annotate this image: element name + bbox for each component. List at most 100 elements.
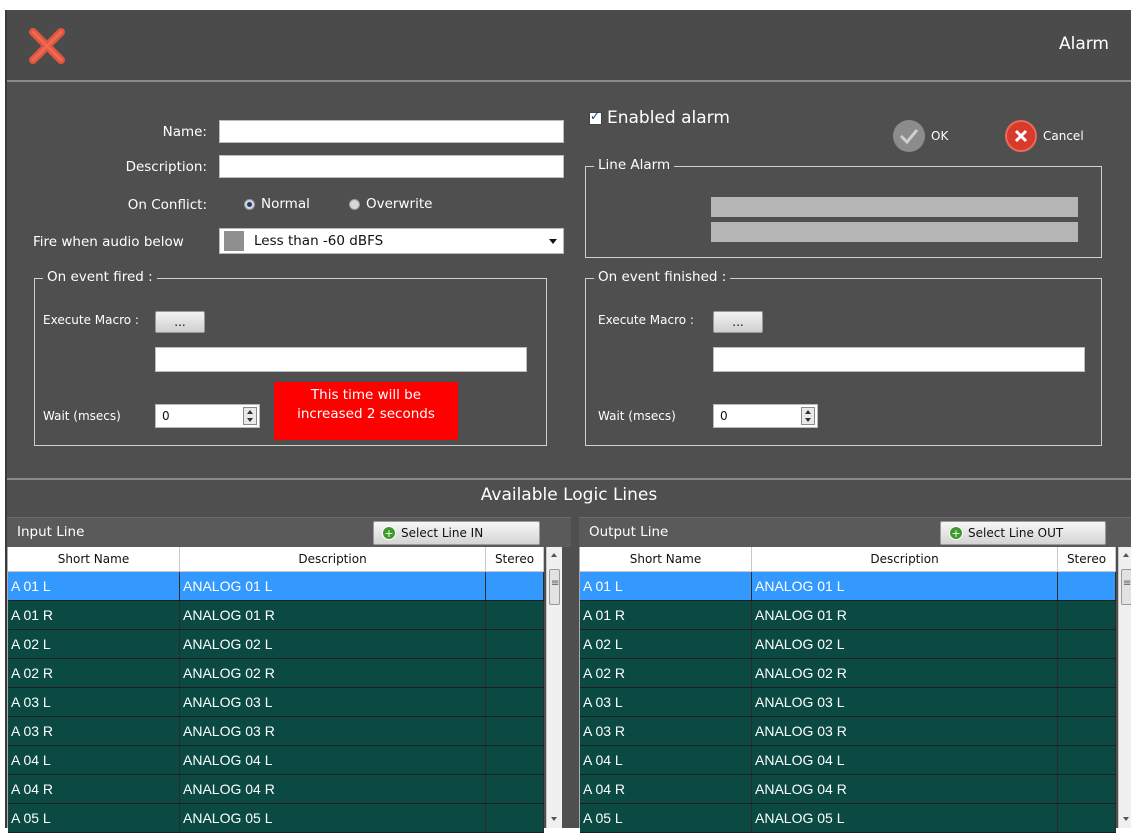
row-description: ANALOG 02 R [752,659,1058,687]
close-x-icon[interactable] [25,24,69,68]
input-line-title: Input Line [17,524,85,540]
row-description: ANALOG 03 L [752,688,1058,716]
row-short-name: A 02 L [580,630,752,658]
on-conflict-label: On Conflict: [127,197,207,213]
row-description: ANALOG 03 R [180,717,486,745]
row-stereo [486,717,544,745]
table-row[interactable]: A 04 R ANALOG 04 R [8,775,544,804]
description-field[interactable] [219,155,564,178]
table-row[interactable]: A 03 L ANALOG 03 L [8,688,544,717]
select-line-out-button[interactable]: + Select Line OUT [940,521,1106,545]
row-description: ANALOG 04 R [752,775,1058,803]
table-row[interactable]: A 03 R ANALOG 03 R [8,717,544,746]
fired-wait-stepper[interactable]: 0 [155,404,260,428]
finished-macro-label: Execute Macro : [598,313,694,327]
event-fired-group: On event fired : Execute Macro : ... Wai… [34,269,547,446]
ok-label: OK [931,129,949,143]
row-stereo [486,688,544,716]
table-row[interactable]: A 02 L ANALOG 02 L [580,630,1116,659]
row-stereo [1058,630,1116,658]
scroll-thumb[interactable] [1121,569,1131,605]
form-area: Name: Description: On Conflict: Normal O… [7,84,1131,478]
fired-macro-field[interactable] [155,347,527,372]
row-description: ANALOG 01 R [752,601,1058,629]
table-row[interactable]: A 04 R ANALOG 04 R [580,775,1116,804]
table-row[interactable]: A 02 R ANALOG 02 R [8,659,544,688]
description-label: Description: [125,159,207,175]
plus-icon: + [382,526,396,540]
table-row[interactable]: A 01 L ANALOG 01 L [8,572,544,601]
level-swatch-icon [224,231,244,251]
table-row[interactable]: A 01 R ANALOG 01 R [580,601,1116,630]
radio-selected-icon [244,198,255,210]
title-bar: Alarm [7,10,1131,82]
scroll-down-icon[interactable] [547,811,562,828]
finished-macro-browse-button[interactable]: ... [713,311,763,333]
scroll-up-icon[interactable] [547,547,562,564]
col-description[interactable]: Description [180,547,486,572]
cancel-icon [1005,120,1037,152]
ok-button[interactable]: OK [893,120,948,152]
row-short-name: A 02 R [580,659,752,687]
enabled-alarm-checkbox[interactable]: Enabled alarm [589,108,730,128]
checkbox-checked-icon [589,109,602,125]
panel-splitter [571,517,579,828]
table-row[interactable]: A 01 L ANALOG 01 L [580,572,1116,601]
table-row[interactable]: A 04 L ANALOG 04 L [8,746,544,775]
row-stereo [1058,601,1116,629]
row-short-name: A 01 R [8,601,180,629]
increase-warning-note: This time will be increased 2 seconds [274,382,458,440]
col-stereo[interactable]: Stereo [1058,547,1116,572]
col-description[interactable]: Description [752,547,1058,572]
name-field[interactable] [219,120,564,143]
table-row[interactable]: A 03 R ANALOG 03 R [580,717,1116,746]
output-table-scrollbar[interactable] [1118,547,1131,828]
table-row[interactable]: A 04 L ANALOG 04 L [580,746,1116,775]
fire-level-select[interactable]: Less than -60 dBFS [219,228,564,254]
input-table-header: Short Name Description Stereo [8,547,544,572]
scroll-down-icon[interactable] [1119,811,1131,828]
conflict-overwrite-radio[interactable]: Overwrite [349,196,432,212]
event-finished-group: On event finished : Execute Macro : ... … [585,269,1102,446]
row-description: ANALOG 04 L [180,746,486,774]
table-row[interactable]: A 05 L ANALOG 05 L [580,804,1116,833]
cancel-label: Cancel [1043,129,1084,143]
table-row[interactable]: A 02 R ANALOG 02 R [580,659,1116,688]
fire-label: Fire when audio below [33,234,184,250]
output-table-header: Short Name Description Stereo [580,547,1116,572]
scroll-thumb[interactable] [549,569,560,605]
cancel-button[interactable]: Cancel [1005,120,1084,152]
select-line-in-button[interactable]: + Select Line IN [373,521,540,545]
row-short-name: A 04 L [580,746,752,774]
table-row[interactable]: A 02 L ANALOG 02 L [8,630,544,659]
spin-arrows-icon[interactable] [801,407,815,425]
table-row[interactable]: A 05 L ANALOG 05 L [8,804,544,833]
row-stereo [486,630,544,658]
col-stereo[interactable]: Stereo [486,547,544,572]
scroll-up-icon[interactable] [1119,547,1131,564]
fired-wait-value: 0 [162,409,170,423]
row-description: ANALOG 03 L [180,688,486,716]
col-short-name[interactable]: Short Name [580,547,752,572]
row-short-name: A 03 R [580,717,752,745]
input-line-table: Short Name Description Stereo A 01 L ANAL… [7,547,571,833]
row-description: ANALOG 01 R [180,601,486,629]
finished-wait-stepper[interactable]: 0 [713,404,818,428]
output-line-panel: Output Line + Select Line OUT Short Name… [579,517,1131,833]
row-stereo [1058,746,1116,774]
spin-arrows-icon[interactable] [243,407,257,425]
finished-macro-field[interactable] [713,347,1085,372]
note-line-1: This time will be [310,387,422,403]
conflict-normal-radio[interactable]: Normal [244,196,310,212]
col-short-name[interactable]: Short Name [8,547,180,572]
fired-macro-label: Execute Macro : [43,313,139,327]
row-description: ANALOG 04 R [180,775,486,803]
input-panel-header: Input Line + Select Line IN [7,517,571,547]
input-table-scrollbar[interactable] [546,547,562,828]
chevron-down-icon [549,239,557,244]
table-row[interactable]: A 03 L ANALOG 03 L [580,688,1116,717]
finished-wait-value: 0 [720,409,728,423]
fired-macro-browse-button[interactable]: ... [155,311,205,333]
table-row[interactable]: A 01 R ANALOG 01 R [8,601,544,630]
row-short-name: A 02 L [8,630,180,658]
